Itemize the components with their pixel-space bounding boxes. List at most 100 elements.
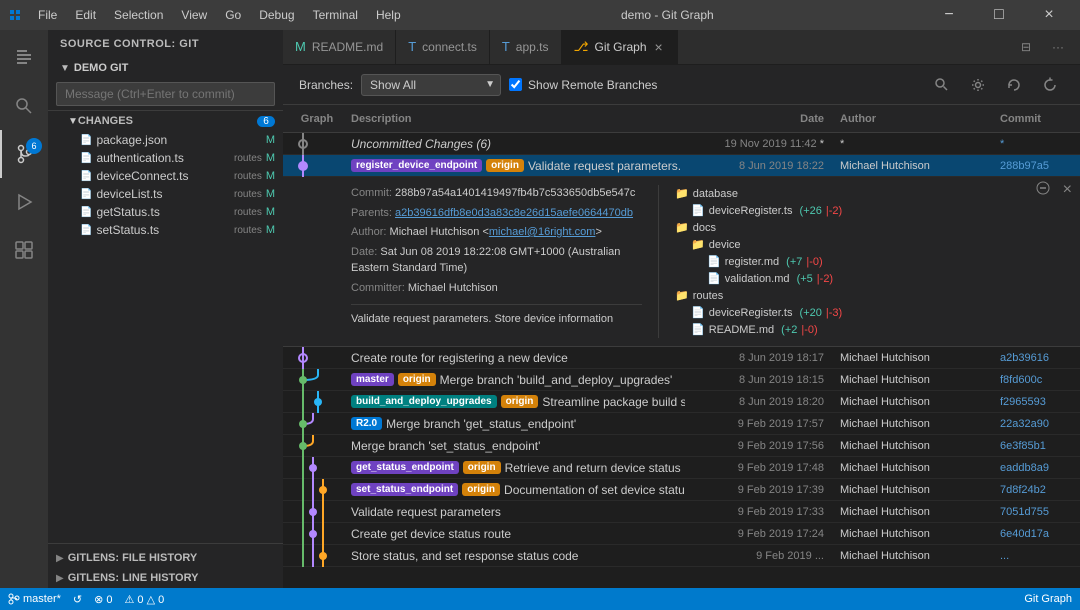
sidebar-header: Source Control: Git	[48, 30, 283, 58]
cell-commit-288b97a5: 288b97a5	[1000, 160, 1080, 172]
commit-row-scroll[interactable]: Store status, and set response status co…	[283, 545, 1080, 567]
chevron-right-icon: ▶	[56, 553, 64, 564]
cell-commit-7051d755: 7051d755	[1000, 506, 1080, 518]
split-editor-button[interactable]: ⊟	[1012, 36, 1040, 58]
file-icon: 📄	[80, 153, 92, 164]
collapse-detail-button[interactable]	[1036, 181, 1050, 198]
tab-connect[interactable]: T connect.ts	[396, 30, 490, 64]
status-errors[interactable]: ⊗ 0	[94, 593, 112, 606]
menu-edit[interactable]: Edit	[67, 6, 104, 24]
close-detail-button[interactable]: ×	[1063, 181, 1072, 199]
commit-row-6e3f85b1[interactable]: Merge branch 'set_status_endpoint' 9 Feb…	[283, 435, 1080, 457]
git-graph-headers: Graph Description Date Author Commit	[283, 105, 1080, 133]
file-item-package-json[interactable]: 📄 package.json M	[48, 131, 283, 149]
cell-desc-6e40d17a: Create get device status route	[343, 527, 685, 541]
tab-readme[interactable]: M README.md	[283, 30, 396, 64]
file-status: M	[266, 134, 275, 146]
file-item-setstatus[interactable]: 📄 setStatus.ts routes M	[48, 221, 283, 239]
gitlens-line-history[interactable]: ▶ GITLENS: LINE HISTORY	[48, 568, 283, 588]
commit-row-a2b39616[interactable]: Create route for registering a new devic…	[283, 347, 1080, 369]
cell-graph-7d8f24b2	[283, 479, 343, 501]
tab-end-controls: ⊟ ···	[1012, 30, 1080, 64]
cell-date-6e40d17a: 9 Feb 2019 17:24	[685, 528, 840, 540]
commit-row-f8fd600c[interactable]: master origin Merge branch 'build_and_de…	[283, 369, 1080, 391]
minimize-button[interactable]: −	[926, 0, 972, 30]
menu-bar: File Edit Selection View Go Debug Termin…	[30, 6, 409, 24]
gitlens-file-history-label: GITLENS: FILE HISTORY	[68, 552, 198, 564]
commit-row-eaddb8a9[interactable]: get_status_endpoint origin Retrieve and …	[283, 457, 1080, 479]
file-tree-deviceregister-routes[interactable]: 📄 deviceRegister.ts (+20|-3)	[675, 304, 1064, 321]
source-control-icon[interactable]: 6	[0, 130, 48, 178]
cell-graph-6e40d17a	[283, 523, 343, 545]
menu-file[interactable]: File	[30, 6, 65, 24]
cell-date-a2b39616: 8 Jun 2019 18:17	[685, 352, 840, 364]
main-area: 6 Source Control: Git ▼ DEMO GIT	[0, 30, 1080, 588]
settings-button[interactable]	[964, 71, 992, 99]
commit-row-f2965593[interactable]: build_and_deploy_upgrades origin Streaml…	[283, 391, 1080, 413]
commit-row-6e40d17a[interactable]: Create get device status route 9 Feb 201…	[283, 523, 1080, 545]
commit-row-7051d755[interactable]: Validate request parameters 9 Feb 2019 1…	[283, 501, 1080, 523]
file-tree-validation-md[interactable]: 📄 validation.md (+5|-2)	[675, 270, 1064, 287]
search-commits-button[interactable]	[928, 71, 956, 99]
menu-view[interactable]: View	[173, 6, 215, 24]
cell-date-eaddb8a9: 9 Feb 2019 17:48	[685, 462, 840, 474]
search-icon[interactable]	[0, 82, 48, 130]
cell-commit-f2965593: f2965593	[1000, 396, 1080, 408]
file-item-deviceconnect[interactable]: 📄 deviceConnect.ts routes M	[48, 167, 283, 185]
show-remote-checkbox[interactable]	[509, 78, 522, 91]
gitlens-file-history[interactable]: ▶ GITLENS: FILE HISTORY	[48, 548, 283, 568]
commit-row-7d8f24b2[interactable]: set_status_endpoint origin Documentation…	[283, 479, 1080, 501]
git-graph-label: Git Graph	[1024, 593, 1072, 605]
window-title: demo - Git Graph	[409, 8, 926, 22]
commit-row-22a32a90[interactable]: R2.0 Merge branch 'get_status_endpoint' …	[283, 413, 1080, 435]
file-status: M	[266, 224, 275, 236]
tab-git-graph[interactable]: ⎇ Git Graph ×	[562, 30, 678, 64]
status-sync[interactable]: ↺	[73, 593, 82, 606]
refresh-button[interactable]	[1036, 71, 1064, 99]
show-remote-label[interactable]: Show Remote Branches	[509, 78, 657, 92]
cell-graph-6e3f85b1	[283, 435, 343, 457]
file-tree-readme-routes[interactable]: 📄 README.md (+2|-0)	[675, 321, 1064, 338]
menu-go[interactable]: Go	[217, 6, 249, 24]
branches-select[interactable]: Show All	[361, 74, 501, 96]
close-button[interactable]: ×	[1026, 0, 1072, 30]
status-branch[interactable]: master*	[8, 593, 61, 605]
tab-readme-icon: M	[295, 39, 306, 54]
menu-terminal[interactable]: Terminal	[305, 6, 366, 24]
extensions-icon[interactable]	[0, 226, 48, 274]
file-item-authentication[interactable]: 📄 authentication.ts routes M	[48, 149, 283, 167]
tab-app[interactable]: T app.ts	[490, 30, 562, 64]
fetch-button[interactable]	[1000, 71, 1028, 99]
more-actions-button[interactable]: ···	[1044, 36, 1072, 58]
menu-selection[interactable]: Selection	[106, 6, 171, 24]
menu-help[interactable]: Help	[368, 6, 409, 24]
run-icon[interactable]	[0, 178, 48, 226]
changes-header[interactable]: ▼ Changes 6	[48, 111, 283, 131]
file-icon: 📄	[707, 255, 721, 268]
file-item-getstatus[interactable]: 📄 getStatus.ts routes M	[48, 203, 283, 221]
file-item-devicelist[interactable]: 📄 deviceList.ts routes M	[48, 185, 283, 203]
git-graph-content: Uncommitted Changes (6) 19 Nov 2019 11:4…	[283, 133, 1080, 588]
commit-row-uncommitted[interactable]: Uncommitted Changes (6) 19 Nov 2019 11:4…	[283, 133, 1080, 155]
file-tree-register-md[interactable]: 📄 register.md (+7|-0)	[675, 253, 1064, 270]
file-tree-deviceregister-db[interactable]: 📄 deviceRegister.ts (+26|-2)	[675, 202, 1064, 219]
menu-debug[interactable]: Debug	[251, 6, 302, 24]
commit-row-288b97a5[interactable]: register_device_endpoint origin Validate…	[283, 155, 1080, 177]
col-author-header: Author	[840, 113, 1000, 125]
branches-label: Branches:	[299, 78, 353, 92]
cell-author-f8fd600c: Michael Hutchison	[840, 374, 1000, 386]
window-controls: − □ ×	[926, 0, 1072, 30]
explorer-icon[interactable]	[0, 34, 48, 82]
cell-desc-f8fd600c: master origin Merge branch 'build_and_de…	[343, 373, 685, 387]
maximize-button[interactable]: □	[976, 0, 1022, 30]
detail-left: Commit: 288b97a54a1401419497fb4b7c533650…	[283, 185, 658, 338]
cell-graph-uncommitted	[283, 133, 343, 155]
cell-graph-eaddb8a9	[283, 457, 343, 479]
file-status: M	[266, 188, 275, 200]
status-git-graph[interactable]: Git Graph	[1024, 593, 1072, 605]
repo-header[interactable]: ▼ DEMO GIT	[48, 58, 283, 78]
file-name: package.json	[96, 133, 261, 147]
commit-message-input[interactable]	[56, 82, 275, 106]
status-warnings[interactable]: ⚠ 0 △ 0	[125, 593, 165, 606]
tab-close-button[interactable]: ×	[653, 37, 665, 57]
